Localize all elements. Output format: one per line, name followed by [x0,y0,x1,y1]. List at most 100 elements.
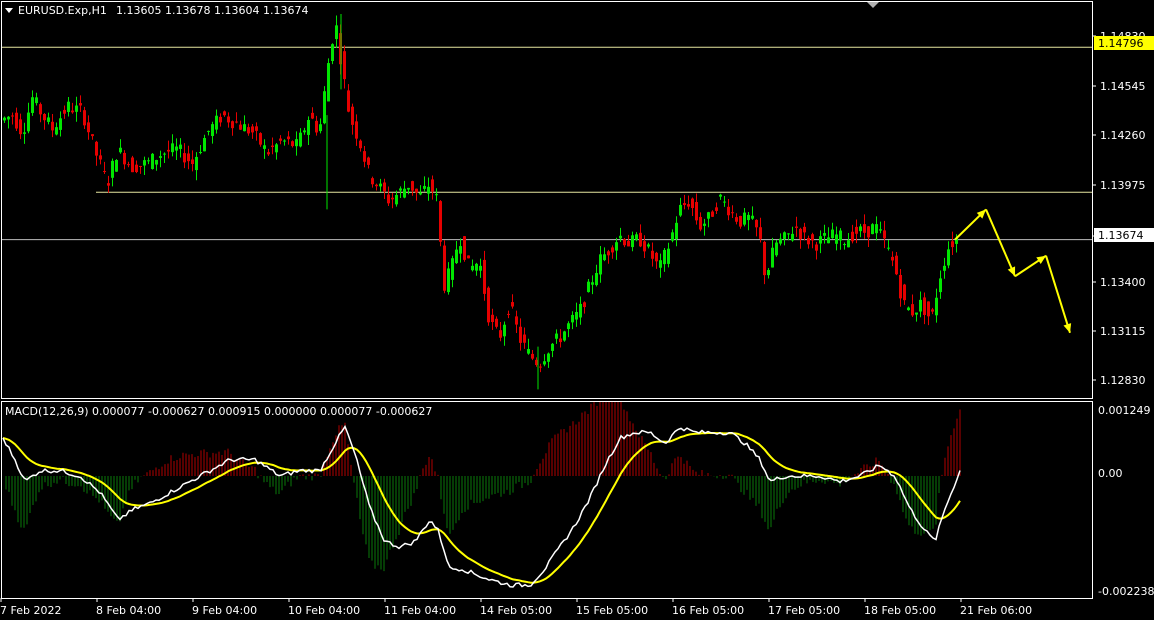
time-tick-label: 18 Feb 05:00 [864,604,936,617]
candle-body [531,353,534,359]
candle-body [187,153,190,162]
price-tick-label: 1.13975 [1100,179,1146,192]
candle-body [283,140,286,142]
candle-body [79,103,82,106]
candle-body [655,252,658,262]
candle-body [51,121,54,131]
candle-body [295,139,298,147]
candle-body [887,247,890,249]
candle-body [539,366,542,368]
candle-body [291,141,294,147]
chart-menu-triangle-icon[interactable] [5,8,13,13]
trading-chart[interactable]: EURUSD.Exp,H1 1.13605 1.13678 1.13604 1.… [0,0,1154,620]
candle-body [299,132,302,147]
candle-body [927,301,930,317]
candle-body [543,361,546,365]
candle-body [779,238,782,244]
candle-body [787,233,790,235]
candle-body [699,216,702,230]
candle-body [487,287,490,323]
candle-body [455,249,458,264]
candle-body [767,270,770,276]
candle-body [11,115,14,117]
candle-body [547,353,550,362]
candle-body [715,207,718,211]
candle-body [35,97,38,104]
candlesticks [3,14,958,390]
candle-body [563,331,566,341]
candle-body [803,226,806,233]
candle-body [75,105,78,112]
candle-body [443,245,446,291]
candle-body [775,242,778,256]
candle-body [675,222,678,239]
candle-body [799,228,802,240]
candle-body [403,188,406,198]
candle-body [551,343,554,351]
candle-body [307,120,310,135]
candle-body [631,235,634,248]
candle-body [219,116,222,123]
candle-body [687,204,690,207]
candle-body [411,181,414,191]
candle-body [123,152,126,165]
candle-body [691,198,694,209]
candle-body [831,229,834,239]
candle-body [555,333,558,339]
candle-body [227,116,230,123]
candle-body [135,164,138,173]
candle-body [667,248,670,264]
candle-body [95,141,98,156]
candle-body [763,241,766,276]
candle-body [215,115,218,130]
candle-body [127,164,130,166]
candle-body [91,134,94,137]
candle-body [255,126,258,131]
candle-body [923,297,926,315]
candle-body [503,324,506,337]
candle-body [239,124,242,130]
candle-body [475,263,478,271]
candle-body [279,138,282,141]
candle-body [31,97,34,113]
candle-body [619,235,622,239]
candle-body [559,338,562,343]
candle-body [515,316,518,325]
candle-body [859,226,862,232]
candle-body [743,212,746,225]
candle-body [683,203,686,206]
candle-body [759,227,762,239]
candle-body [635,234,638,240]
time-tick-label: 7 Feb 2022 [0,604,61,617]
candle-body [263,145,266,149]
candle-body [27,112,30,132]
shift-marker-icon[interactable] [867,2,879,8]
candle-body [735,217,738,222]
candle-body [7,116,10,120]
candle-body [483,259,486,294]
candle-body [43,114,46,121]
candle-body [99,155,102,160]
candle-body [407,187,410,190]
candle-body [643,241,646,252]
candle-body [851,231,854,242]
candle-body [595,273,598,286]
macd-tick-bottom: -0.002238 [1098,585,1154,598]
candle-body [387,194,390,204]
quote-label: 1.13605 1.13678 1.13604 1.13674 [116,4,308,17]
candle-body [723,201,726,203]
candle-body [247,127,250,134]
candle-body [395,194,398,205]
candle-body [615,242,618,251]
price-tick-label: 1.12830 [1100,374,1146,387]
candle-body [939,278,942,293]
candle-body [447,268,450,293]
forecast-arrows [954,208,1072,334]
candle-body [819,236,822,244]
candle-body [423,185,426,189]
candle-body [919,299,922,312]
candle-body [587,281,590,293]
candle-body [191,159,194,165]
candle-body [931,309,934,312]
candle-body [795,226,798,228]
